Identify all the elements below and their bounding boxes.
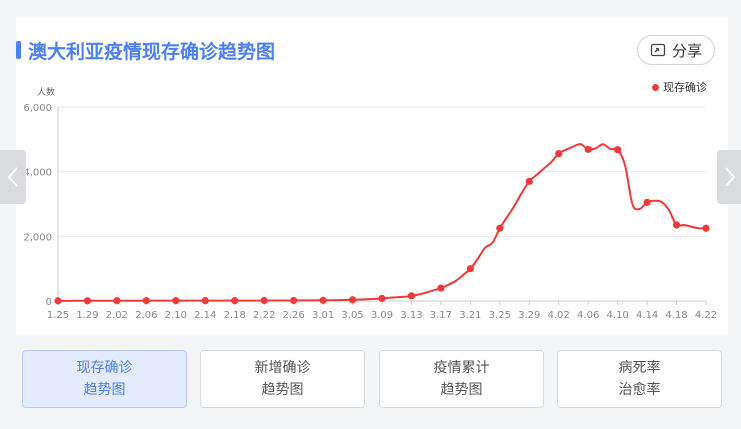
- x-tick-label: 3.29: [518, 310, 540, 321]
- x-tick-label: 2.10: [165, 310, 187, 321]
- data-point: [83, 297, 92, 305]
- tab-label-line1: 病死率: [618, 360, 661, 376]
- tab-label-line1: 新增确诊: [254, 360, 311, 376]
- data-point: [231, 297, 239, 305]
- chevron-left-icon: [7, 167, 18, 187]
- y-tick-label: 2,000: [23, 232, 52, 243]
- tab-label-line1: 现存确诊: [76, 360, 133, 376]
- data-point: [290, 296, 298, 305]
- tab-label-line2: 趋势图: [83, 382, 126, 398]
- x-tick-label: 2.06: [135, 310, 157, 321]
- data-point: [407, 292, 416, 300]
- x-tick-label: 4.22: [695, 310, 717, 321]
- x-tick-label: 2.14: [194, 310, 216, 321]
- x-tick-label: 4.18: [665, 310, 687, 321]
- x-tick-label: 3.21: [459, 310, 481, 321]
- tab-new-confirmed[interactable]: 新增确诊 趋势图: [200, 350, 365, 408]
- chart-tabs: 现存确诊 趋势图 新增确诊 趋势图 疫情累计 趋势图 病死率 治愈率: [22, 350, 723, 410]
- x-tick-label: 4.14: [636, 310, 658, 321]
- data-point: [437, 284, 445, 292]
- data-point: [466, 265, 474, 273]
- y-tick-label: 4,000: [23, 168, 52, 179]
- prev-arrow-button[interactable]: [0, 150, 26, 204]
- chevron-right-icon: [725, 167, 736, 187]
- x-tick-label: 3.17: [430, 310, 452, 321]
- y-tick-label: 6,000: [23, 103, 52, 114]
- data-point: [319, 296, 327, 304]
- tab-label-line2: 趋势图: [261, 382, 304, 398]
- x-tick-label: 3.05: [341, 310, 363, 321]
- x-tick-label: 3.25: [489, 310, 511, 321]
- x-tick-label: 3.09: [371, 310, 393, 321]
- data-point: [672, 221, 681, 229]
- data-point: [525, 177, 533, 185]
- data-point: [614, 146, 622, 154]
- data-point: [142, 297, 150, 305]
- x-tick-label: 1.29: [76, 310, 98, 321]
- x-tick-label: 4.06: [577, 310, 599, 321]
- data-point: [702, 224, 710, 232]
- data-point: [172, 297, 180, 305]
- tab-label-line2: 治愈率: [618, 382, 661, 398]
- x-tick-label: 2.02: [106, 310, 128, 321]
- tab-label-line1: 疫情累计: [433, 360, 490, 376]
- x-tick-label: 4.02: [548, 310, 570, 321]
- x-tick-label: 2.18: [224, 310, 246, 321]
- series-line: [58, 143, 707, 302]
- x-tick-label: 3.01: [312, 310, 334, 321]
- data-point: [643, 198, 651, 206]
- next-arrow-button[interactable]: [717, 150, 741, 204]
- data-point: [260, 296, 268, 305]
- tab-fatality-recovery-rate[interactable]: 病死率 治愈率: [557, 350, 722, 408]
- data-point: [496, 224, 504, 232]
- x-tick-label: 2.26: [283, 310, 305, 321]
- tab-label-line2: 趋势图: [440, 382, 483, 398]
- data-point: [113, 297, 121, 305]
- y-axis-title: 人数: [37, 86, 55, 98]
- data-point: [201, 297, 209, 305]
- y-tick-label: 0: [46, 297, 52, 308]
- x-tick-label: 2.22: [253, 310, 275, 321]
- data-point: [54, 297, 62, 305]
- x-tick-label: 1.25: [47, 310, 69, 321]
- tab-cumulative[interactable]: 疫情累计 趋势图: [379, 350, 544, 408]
- x-tick-label: 4.10: [607, 310, 629, 321]
- data-point: [378, 294, 386, 303]
- data-point: [348, 296, 357, 304]
- data-point: [584, 145, 592, 153]
- data-point: [555, 149, 563, 158]
- x-tick-label: 3.13: [400, 310, 422, 321]
- tab-current-confirmed[interactable]: 现存确诊 趋势图: [22, 350, 187, 408]
